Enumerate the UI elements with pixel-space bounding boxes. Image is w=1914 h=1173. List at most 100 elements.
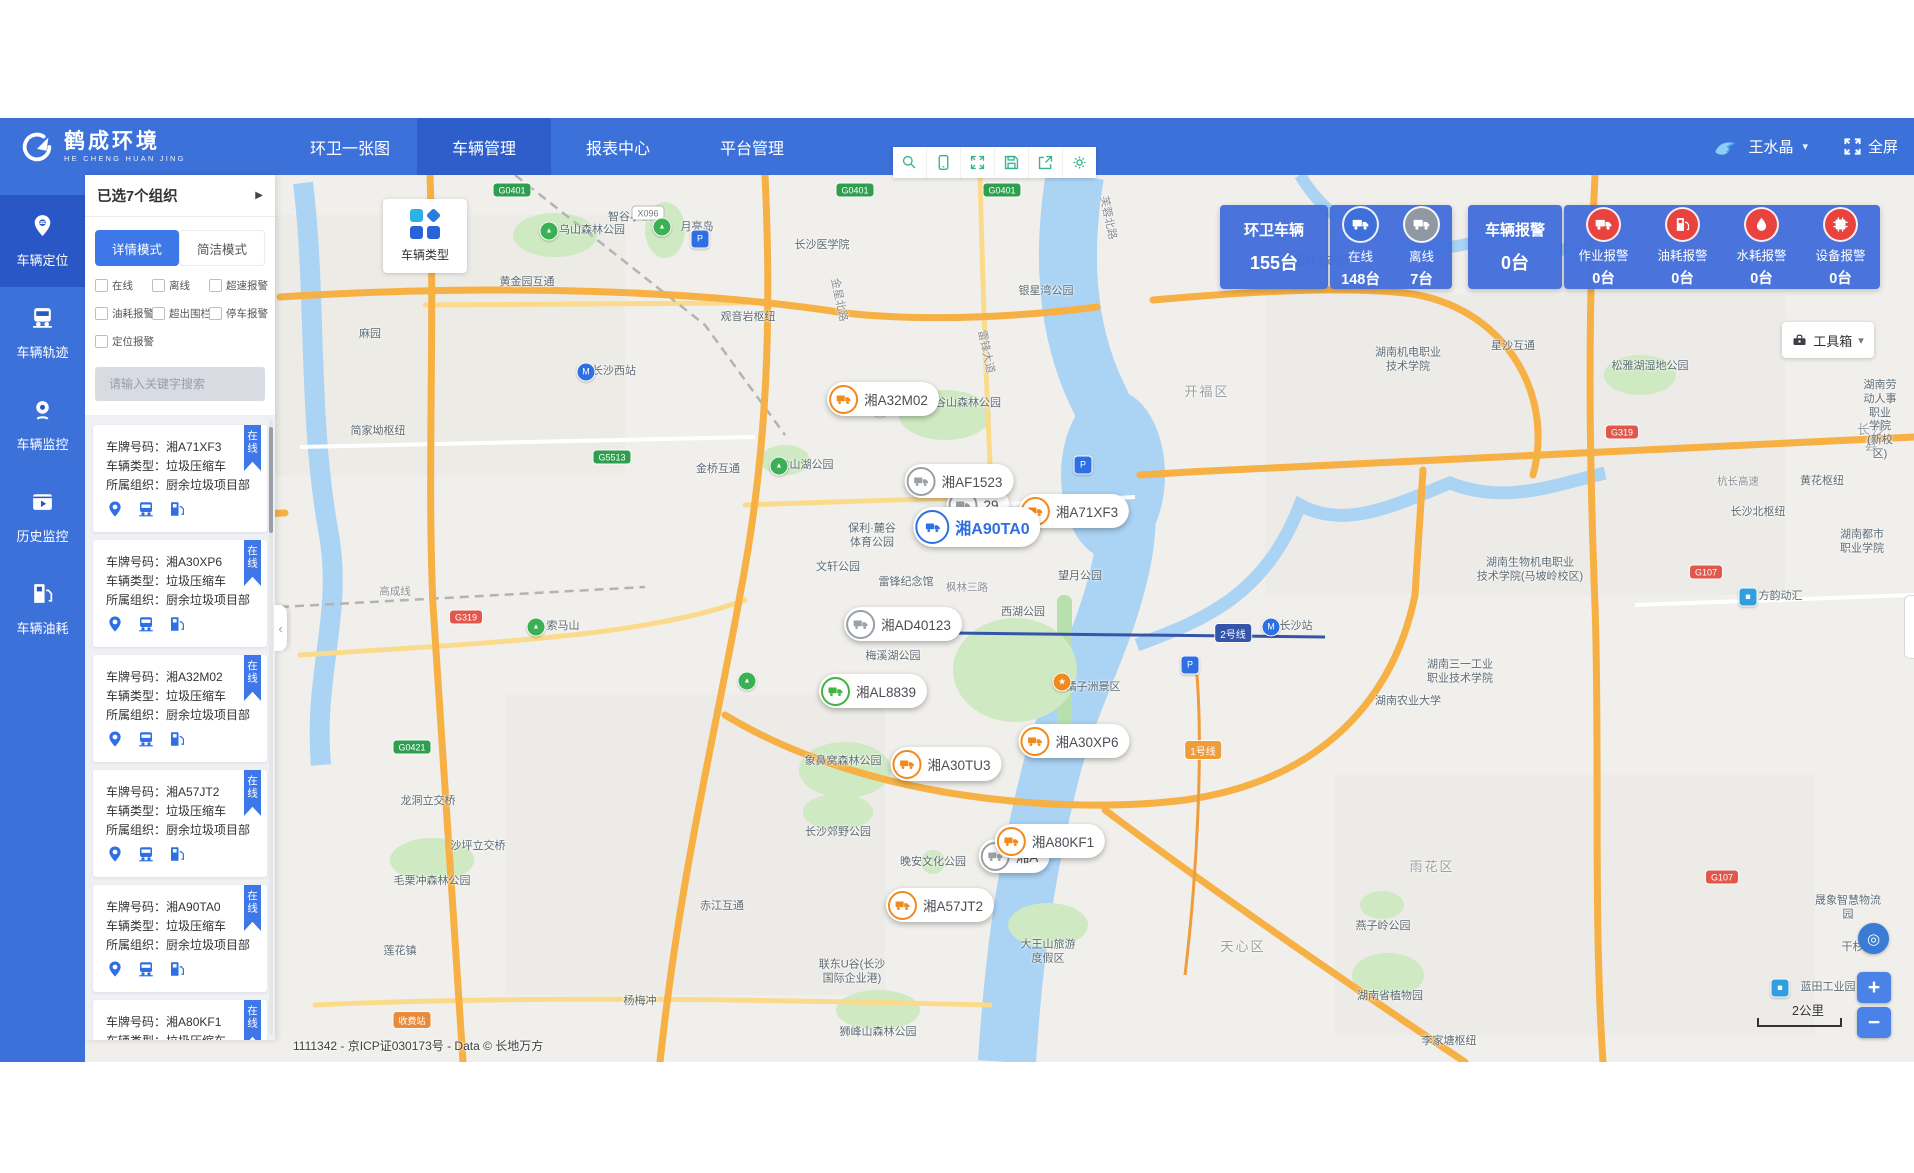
fuel-icon[interactable] <box>168 960 186 978</box>
filter-checkbox[interactable]: 油耗报警 <box>95 306 152 321</box>
vehicle-card[interactable]: 车牌号码：湘A57JT2 车辆类型：垃圾压缩车 所属组织：厨余垃圾项目部 在线 <box>93 770 267 877</box>
alarm-stat-item: 油耗报警 0台 <box>1643 205 1722 289</box>
sidebar-item-icon <box>30 581 55 611</box>
area-search-icon[interactable] <box>893 147 927 178</box>
vehicle-type: 垃圾压缩车 <box>166 1034 226 1040</box>
vehicle-plate: 湘A71XF3 <box>166 440 221 454</box>
locate-pin-icon[interactable] <box>106 615 124 633</box>
nav-tab[interactable]: 报表中心 <box>551 118 685 175</box>
fuel-icon[interactable] <box>168 730 186 748</box>
truck-icon <box>907 467 936 496</box>
org-selector-header[interactable]: 已选7个组织 ▶ <box>85 175 275 217</box>
nav-tab[interactable]: 环卫一张图 <box>283 118 417 175</box>
filter-checkbox[interactable]: 离线 <box>152 278 209 293</box>
device-icon[interactable] <box>927 147 961 178</box>
org-expand-arrow-icon[interactable]: ▶ <box>255 190 263 201</box>
sidebar-item[interactable]: 历史监控 <box>0 471 85 563</box>
vehicle-card[interactable]: 车牌号码：湘A71XF3 车辆类型：垃圾压缩车 所属组织：厨余垃圾项目部 在线 <box>93 425 267 532</box>
vehicle-marker-plate: 湘A80KF1 <box>1032 831 1094 851</box>
filter-checkbox[interactable]: 超速报警 <box>209 278 271 293</box>
map-poi-icon: ▲ <box>738 672 757 691</box>
map-label: 望月公园 <box>1058 570 1102 584</box>
vehicle-type-icon <box>410 209 440 239</box>
vehicle-marker[interactable]: 湘A32M02 <box>827 382 939 416</box>
sidebar-item[interactable]: 车辆监控 <box>0 379 85 471</box>
vehicle-type-button[interactable]: 车辆类型 <box>383 199 467 273</box>
vehicle-card[interactable]: 车牌号码：湘A90TA0 车辆类型：垃圾压缩车 所属组织：厨余垃圾项目部 在线 <box>93 885 267 992</box>
vehicle-marker[interactable]: 湘A30TU3 <box>890 747 1001 781</box>
vehicle-card[interactable]: 车牌号码：湘A80KF1 车辆类型：垃圾压缩车 所属组织：厨余垃圾项目部 在线 <box>93 1000 267 1040</box>
map-poi-icon: M <box>1262 618 1281 637</box>
save-icon[interactable] <box>995 147 1029 178</box>
vehicle-marker-plate: 湘AD40123 <box>881 614 951 634</box>
right-edge-collapse-tab[interactable] <box>1904 595 1914 659</box>
vehicle-marker[interactable]: 湘AF1523 <box>905 464 1014 498</box>
zoom-in-button[interactable]: + <box>1857 972 1891 1003</box>
brand-title: 鹤成环境 <box>64 131 186 152</box>
filter-checkbox[interactable]: 停车报警 <box>209 306 271 321</box>
road-shield: 收费站 <box>393 1012 430 1028</box>
vehicle-card[interactable]: 车牌号码：湘A30XP6 车辆类型：垃圾压缩车 所属组织：厨余垃圾项目部 在线 <box>93 540 267 647</box>
vehicle-marker[interactable]: 湘A57JT2 <box>886 888 994 922</box>
avatar[interactable] <box>1712 133 1739 160</box>
sidebar-item[interactable]: 车辆定位 <box>0 195 85 287</box>
locate-pin-icon[interactable] <box>106 845 124 863</box>
user-chevron-down-icon[interactable]: ▾ <box>1802 140 1808 153</box>
panel-scrollbar-thumb[interactable] <box>269 427 273 533</box>
nav-tab[interactable]: 平台管理 <box>685 118 819 175</box>
sidebar-item[interactable]: 车辆轨迹 <box>0 287 85 379</box>
zoom-out-button[interactable]: − <box>1857 1007 1891 1038</box>
alarm-icon <box>1665 207 1700 242</box>
locate-pin-icon[interactable] <box>106 960 124 978</box>
expand-icon[interactable] <box>961 147 995 178</box>
username[interactable]: 王水晶 <box>1748 136 1793 157</box>
track-bus-icon[interactable] <box>137 960 155 978</box>
track-bus-icon[interactable] <box>137 845 155 863</box>
export-icon[interactable] <box>1029 147 1063 178</box>
simple-mode-button[interactable]: 简洁模式 <box>179 230 265 266</box>
vehicle-marker[interactable]: 湘A30XP6 <box>1018 724 1129 758</box>
search-input[interactable] <box>107 376 266 392</box>
toolbox-button[interactable]: 工具箱 ▾ <box>1782 322 1874 358</box>
settings-gear-icon[interactable] <box>1063 147 1096 178</box>
filter-checkbox[interactable]: 定位报警 <box>95 334 152 349</box>
vehicle-type: 垃圾压缩车 <box>166 459 226 473</box>
alarm-stat-item: 作业报警 0台 <box>1564 205 1643 289</box>
fuel-icon[interactable] <box>168 500 186 518</box>
brand: 鹤成环境 HE CHENG HUAN JING <box>18 118 186 175</box>
fullscreen-button[interactable]: 全屏 <box>1843 136 1898 157</box>
fuel-icon[interactable] <box>168 845 186 863</box>
truck-icon <box>888 891 917 920</box>
map-label: 谷山森林公园 <box>935 397 1001 411</box>
panel-collapse-tab[interactable]: ‹ <box>274 605 287 651</box>
alarm-icon <box>1823 207 1858 242</box>
brand-logo-icon <box>18 128 56 166</box>
sidebar-item[interactable]: 车辆油耗 <box>0 563 85 655</box>
track-bus-icon[interactable] <box>137 615 155 633</box>
vehicle-list-panel: 已选7个组织 ▶ 详情模式 简洁模式 在线 离线 超速报警 <box>85 175 275 1040</box>
truck-icon <box>997 827 1026 856</box>
fuel-icon[interactable] <box>168 615 186 633</box>
track-bus-icon[interactable] <box>137 500 155 518</box>
vehicle-marker[interactable]: 湘AL8839 <box>819 674 927 708</box>
map-label: 开福区 <box>1184 384 1229 400</box>
track-bus-icon[interactable] <box>137 730 155 748</box>
alarm-icon <box>1586 207 1621 242</box>
locate-pin-icon[interactable] <box>106 500 124 518</box>
detail-mode-button[interactable]: 详情模式 <box>95 230 179 266</box>
locate-pin-icon[interactable] <box>106 730 124 748</box>
map-label: 湖南农业大学 <box>1375 695 1441 709</box>
locate-button[interactable]: ◎ <box>1858 923 1889 954</box>
filter-checkbox[interactable]: 在线 <box>95 278 152 293</box>
vehicle-marker[interactable]: 湘A80KF1 <box>995 824 1105 858</box>
vehicle-marker[interactable]: 湘AD40123 <box>844 607 962 641</box>
stat-vehicle-alarm: 车辆报警 0台 <box>1468 205 1562 289</box>
vehicle-marker[interactable]: 湘A90TA0 <box>913 507 1040 547</box>
checkbox-icon <box>152 279 165 292</box>
nav-tab[interactable]: 车辆管理 <box>417 118 551 175</box>
map-canvas[interactable]: 智谷小镇 乌山森林公园 月亮岛 长沙医学院 黄金园互通 观音岩枢纽 银星湾公园 … <box>85 175 1914 1062</box>
offline-truck-icon <box>1403 206 1440 243</box>
vehicle-card[interactable]: 车牌号码：湘A32M02 车辆类型：垃圾压缩车 所属组织：厨余垃圾项目部 在线 <box>93 655 267 762</box>
map-label: 银星湾公园 <box>1019 285 1074 299</box>
filter-checkbox[interactable]: 超出围栏 <box>152 306 209 321</box>
